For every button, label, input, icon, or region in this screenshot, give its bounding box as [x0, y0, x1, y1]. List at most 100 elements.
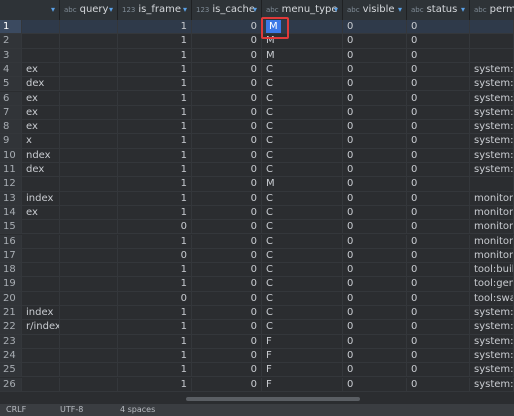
cell-path[interactable]: [22, 248, 60, 264]
cell-is-frame[interactable]: 0: [118, 291, 192, 306]
cell-is-cache[interactable]: 0: [192, 134, 262, 149]
cell-query[interactable]: [60, 34, 118, 49]
cell-menu-type[interactable]: C: [262, 291, 343, 306]
cell-path[interactable]: x: [22, 134, 60, 149]
cell-is-cache[interactable]: 0: [192, 48, 262, 63]
cell-menu-type[interactable]: C: [262, 191, 343, 206]
cell-menu-type[interactable]: C: [262, 77, 343, 92]
row-number[interactable]: 20: [0, 291, 22, 306]
row-number[interactable]: 18: [0, 263, 22, 278]
cell-perms[interactable]: tool:build: [470, 263, 514, 278]
horizontal-scrollbar[interactable]: [0, 394, 514, 404]
cell-is-frame[interactable]: 1: [118, 34, 192, 49]
cell-query[interactable]: [60, 363, 118, 378]
cell-visible[interactable]: 0: [343, 20, 407, 35]
cell-status[interactable]: 0: [407, 34, 470, 49]
cell-menu-type[interactable]: C: [262, 134, 343, 149]
cell-perms[interactable]: system:us: [470, 377, 514, 392]
cell-visible[interactable]: 0: [343, 91, 407, 106]
cell-visible[interactable]: 0: [343, 105, 407, 121]
cell-menu-type[interactable]: C: [262, 306, 343, 321]
cell-visible[interactable]: 0: [343, 234, 407, 249]
cell-is-cache[interactable]: 0: [192, 148, 262, 163]
cell-visible[interactable]: 0: [343, 263, 407, 278]
cell-menu-type[interactable]: F: [262, 334, 343, 349]
cell-status[interactable]: 0: [407, 62, 470, 78]
cell-perms[interactable]: system:us: [470, 334, 514, 349]
row-number[interactable]: 11: [0, 163, 22, 178]
sort-arrow-icon[interactable]: ▾: [51, 0, 55, 20]
cell-perms[interactable]: [470, 177, 514, 192]
cell-visible[interactable]: 0: [343, 191, 407, 206]
cell-path[interactable]: ndex: [22, 148, 60, 163]
cell-menu-type[interactable]: C: [262, 320, 343, 335]
cell-perms[interactable]: system:m: [470, 77, 514, 92]
cell-is-cache[interactable]: 0: [192, 191, 262, 206]
cell-perms[interactable]: monitor:d: [470, 220, 514, 235]
cell-status[interactable]: 0: [407, 105, 470, 121]
cell-query[interactable]: [60, 191, 118, 206]
cell-query[interactable]: [60, 62, 118, 78]
sort-arrow-icon[interactable]: ▾: [109, 0, 113, 20]
cell-status[interactable]: 0: [407, 220, 470, 235]
row-number[interactable]: 13: [0, 191, 22, 206]
cell-path[interactable]: [22, 20, 60, 35]
column-header-is-cache[interactable]: 123 is_cache ▾: [192, 0, 262, 20]
cell-status[interactable]: 0: [407, 91, 470, 106]
cell-status[interactable]: 0: [407, 248, 470, 264]
cell-is-frame[interactable]: 1: [118, 134, 192, 149]
cell-status[interactable]: 0: [407, 20, 470, 35]
cell-perms[interactable]: tool:swag: [470, 291, 514, 306]
cell-status[interactable]: 0: [407, 263, 470, 278]
cell-menu-type[interactable]: C: [262, 263, 343, 278]
column-header-query[interactable]: abc query ▾: [60, 0, 118, 20]
row-number[interactable]: 3: [0, 48, 22, 63]
cell-query[interactable]: [60, 248, 118, 264]
cell-path[interactable]: [22, 363, 60, 378]
cell-visible[interactable]: 0: [343, 220, 407, 235]
cell-perms[interactable]: system:op: [470, 306, 514, 321]
cell-is-frame[interactable]: 1: [118, 263, 192, 278]
cell-menu-type[interactable]: C: [262, 277, 343, 292]
cell-menu-type[interactable]: C: [262, 234, 343, 249]
cell-is-frame[interactable]: 1: [118, 105, 192, 121]
cell-query[interactable]: [60, 77, 118, 92]
cell-path[interactable]: ex: [22, 62, 60, 78]
sort-arrow-icon[interactable]: ▾: [461, 0, 465, 20]
cell-is-frame[interactable]: 1: [118, 191, 192, 206]
cell-query[interactable]: [60, 163, 118, 178]
cell-path[interactable]: ex: [22, 120, 60, 135]
cell-menu-type[interactable]: C: [262, 220, 343, 235]
cell-is-cache[interactable]: 0: [192, 277, 262, 292]
row-number[interactable]: 7: [0, 105, 22, 121]
cell-query[interactable]: [60, 148, 118, 163]
cell-is-frame[interactable]: 0: [118, 220, 192, 235]
cell-query[interactable]: [60, 277, 118, 292]
cell-visible[interactable]: 0: [343, 148, 407, 163]
cell-query[interactable]: [60, 48, 118, 63]
cell-status[interactable]: 0: [407, 363, 470, 378]
cell-is-cache[interactable]: 0: [192, 120, 262, 135]
cell-menu-type[interactable]: C: [262, 105, 343, 121]
cell-perms[interactable]: tool:gen: [470, 277, 514, 292]
cell-perms[interactable]: system:di: [470, 134, 514, 149]
cell-query[interactable]: [60, 306, 118, 321]
cell-menu-type[interactable]: C: [262, 120, 343, 135]
row-number[interactable]: 24: [0, 348, 22, 364]
cell-perms[interactable]: system:us: [470, 348, 514, 364]
cell-menu-type[interactable]: C: [262, 148, 343, 163]
cell-perms[interactable]: system:lo: [470, 320, 514, 335]
cell-status[interactable]: 0: [407, 234, 470, 249]
cell-visible[interactable]: 0: [343, 48, 407, 63]
cell-visible[interactable]: 0: [343, 163, 407, 178]
cell-is-cache[interactable]: 0: [192, 334, 262, 349]
cell-path[interactable]: [22, 263, 60, 278]
row-number[interactable]: 1: [0, 20, 22, 35]
cell-is-frame[interactable]: 1: [118, 348, 192, 364]
cell-is-cache[interactable]: 0: [192, 263, 262, 278]
cell-visible[interactable]: 0: [343, 34, 407, 49]
cell-menu-type[interactable]: F: [262, 377, 343, 392]
cell-status[interactable]: 0: [407, 191, 470, 206]
row-number[interactable]: 21: [0, 306, 22, 321]
cell-perms[interactable]: system:us: [470, 363, 514, 378]
